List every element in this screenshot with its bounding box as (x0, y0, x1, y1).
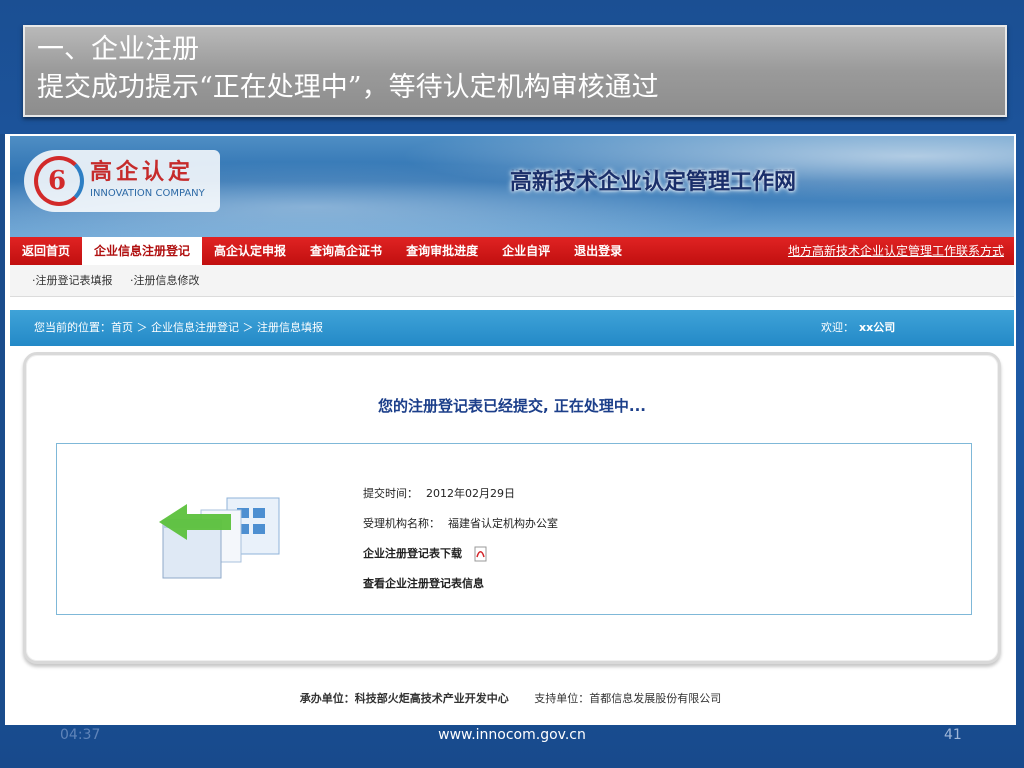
logo-cn-text: 高企认定 (90, 160, 195, 185)
submission-status-heading: 您的注册登记表已经提交, 正在处理中... (377, 397, 647, 415)
slide-title-line2: 提交成功提示“正在处理中”，等待认定机构审核通过 (37, 72, 659, 103)
host-organization: 承办单位：科技部火炬高技术产业开发中心 (299, 692, 509, 705)
slide-footer: 04:37 www.innocom.gov.cn 41 (0, 725, 1024, 768)
logo-en-text: INNOVATION COMPANY (90, 188, 205, 199)
site-header: 6 高企认定 INNOVATION COMPANY 高新技术企业认定管理工作网 … (10, 136, 1014, 237)
nav-item-logout[interactable]: 退出登录 (562, 237, 634, 265)
site-logo[interactable]: 6 高企认定 INNOVATION COMPANY (24, 150, 220, 212)
nav-item-self-eval[interactable]: 企业自评 (490, 237, 562, 265)
sub-nav: ·注册登记表填报 ·注册信息修改 (10, 265, 1014, 297)
subnav-item-fill[interactable]: ·注册登记表填报 (32, 274, 113, 287)
agency-label: 受理机构名称： (363, 517, 440, 530)
website-screenshot: 6 高企认定 INNOVATION COMPANY 高新技术企业认定管理工作网 … (5, 134, 1016, 725)
submission-details: 提交时间： 2012年02月29日 受理机构名称： 福建省认定机构办公室 企业注册登… (363, 482, 558, 602)
nav-item-certificate[interactable]: 查询高企证书 (298, 237, 394, 265)
slide-url: www.innocom.gov.cn (438, 727, 586, 743)
nav-item-progress[interactable]: 查询审批进度 (394, 237, 490, 265)
company-name: xx公司 (859, 321, 896, 334)
breadcrumb: 您当前的位置：首页 ＞ 企业信息注册登记 ＞ 注册信息填报 欢迎： xx公司 (10, 310, 1014, 346)
submission-info-box: 提交时间： 2012年02月29日 受理机构名称： 福建省认定机构办公室 企业注册登… (56, 443, 972, 615)
main-nav: 返回首页 企业信息注册登记 高企认定申报 查询高企证书 查询审批进度 企业自评 … (10, 237, 1014, 265)
logo-glyph-icon: 6 (48, 166, 67, 196)
view-form-link[interactable]: 查看企业注册登记表信息 (363, 577, 484, 590)
slide-title-line1: 一、企业注册 (37, 34, 199, 65)
agency-value: 福建省认定机构办公室 (448, 517, 558, 530)
welcome-label: 欢迎： (821, 321, 854, 334)
result-panel: 您的注册登记表已经提交, 正在处理中... 提交时间： 2012年02月29日 受… (23, 352, 1001, 664)
pdf-icon[interactable] (474, 546, 488, 562)
breadcrumb-text: 您当前的位置：首页 ＞ 企业信息注册登记 ＞ 注册信息填报 (34, 321, 323, 334)
nav-item-registration[interactable]: 企业信息注册登记 (82, 237, 203, 265)
subnav-item-modify[interactable]: ·注册信息修改 (130, 274, 200, 287)
submit-time-label: 提交时间： (363, 487, 418, 500)
nav-contact-link[interactable]: 地方高新技术企业认定管理工作联系方式 (776, 237, 1014, 265)
support-organization: 支持单位：首都信息发展股份有限公司 (534, 692, 722, 705)
document-transfer-icon (159, 497, 280, 579)
download-form-link[interactable]: 企业注册登记表下载 (363, 547, 462, 560)
slide-title-banner: 一、企业注册 提交成功提示“正在处理中”，等待认定机构审核通过 (23, 25, 1007, 117)
site-footer: 承办单位：科技部火炬高技术产业开发中心 支持单位：首都信息发展股份有限公司 (5, 690, 1016, 706)
slide-page-number: 41 (944, 727, 962, 743)
submit-time-value: 2012年02月29日 (426, 487, 515, 500)
site-title-reflection: 高新技术企业认定管理工作网 (510, 169, 797, 185)
nav-item-application[interactable]: 高企认定申报 (202, 237, 298, 265)
nav-item-home[interactable]: 返回首页 (10, 237, 82, 265)
